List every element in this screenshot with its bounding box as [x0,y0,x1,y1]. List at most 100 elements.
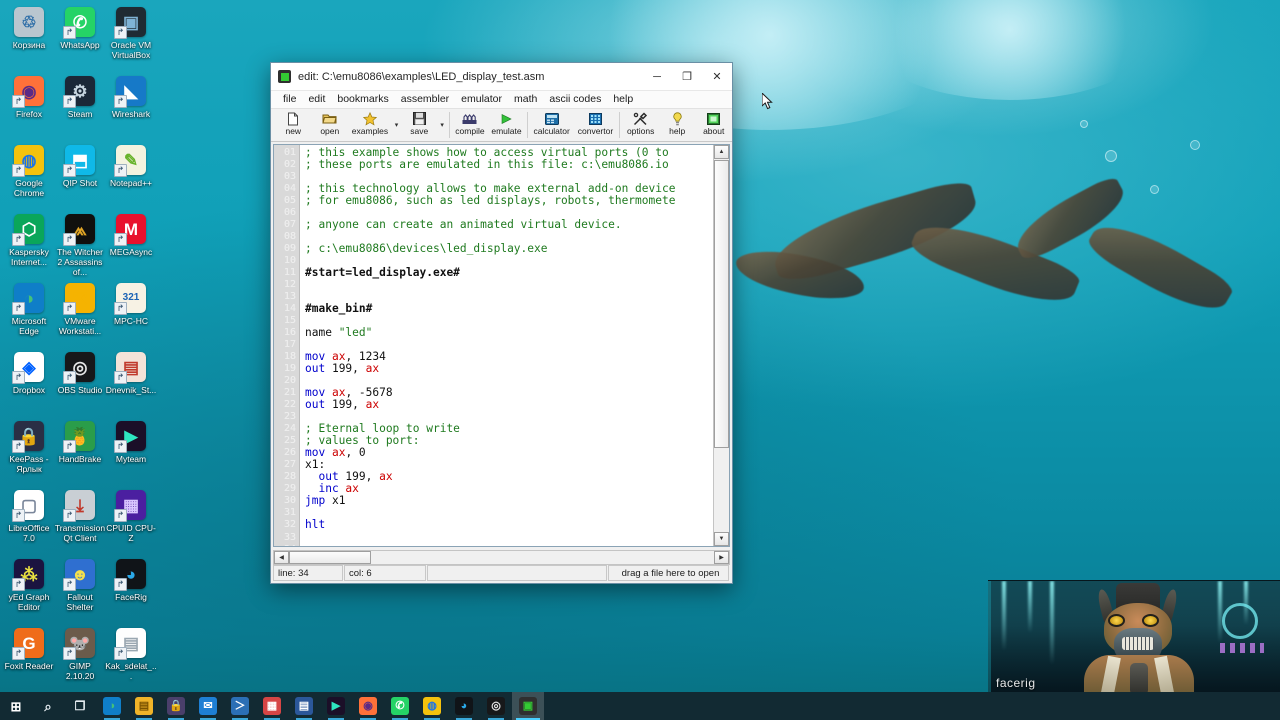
code-line[interactable]: inc ax [305,483,729,495]
desktop-icon-virtualbox[interactable]: ▣ ↱ Oracle VM VirtualBox [106,6,156,74]
code-line[interactable] [305,532,729,544]
menu-item-emulator[interactable]: emulator [455,92,508,107]
taskbar-item-chrome[interactable]: ◍ [416,692,448,720]
maximize-button[interactable]: ❐ [672,64,702,90]
desktop-icon-transmission[interactable]: ⤓ ↱ Transmission Qt Client [55,489,105,557]
taskbar-item-emu8086[interactable]: ▣ [512,692,544,720]
window-titlebar[interactable]: edit: C:\emu8086\examples\LED_display_te… [271,63,732,91]
taskbar-item-edge[interactable]: ◑ [96,692,128,720]
minimize-button[interactable]: ─ [642,64,672,90]
taskbar-item-whatsapp[interactable]: ✆ [384,692,416,720]
taskbar-item-mail[interactable]: ✉ [192,692,224,720]
desktop-icon-mpchc[interactable]: 321 ↱ MPC-HC [106,282,156,350]
code-line[interactable]: out 199, ax [305,363,729,375]
close-button[interactable]: ✕ [702,64,732,90]
toolbar-button-help[interactable]: help [659,110,696,140]
emu8086-window[interactable]: edit: C:\emu8086\examples\LED_display_te… [270,62,733,584]
taskbar[interactable]: ⊞ ⌕ ❐ ◑ ▤ 🔒 ✉ ＞ ▦ ▤ ▶ ◉ ✆ ◍ ◕ ◎ ▣ [0,692,1280,720]
desktop-icon-kaspersky[interactable]: ⬡ ↱ Kaspersky Internet... [4,213,54,281]
scroll-up-arrow-icon[interactable]: ▲ [714,145,729,159]
horizontal-scrollbar[interactable]: ◀ ▶ [273,549,730,565]
search-button[interactable]: ⌕ [32,692,64,720]
menu-item-help[interactable]: help [607,92,639,107]
desktop-icon-handbrake[interactable]: 🍍 ↱ HandBrake [55,420,105,488]
desktop-icon-chrome[interactable]: ◍ ↱ Google Chrome [4,144,54,212]
menu-item-bookmarks[interactable]: bookmarks [331,92,394,107]
vertical-scrollbar[interactable]: ▲ ▼ [713,145,729,546]
toolbar-dropdown-examples-chevron-down-icon[interactable]: ▾ [392,110,401,139]
code-line[interactable]: mov ax, 0 [305,447,729,459]
desktop-icon-gimp[interactable]: 🐭 ↱ GIMP 2.10.20 [55,627,105,695]
code-line[interactable]: out 199, ax [305,399,729,411]
desktop-icon-keepass[interactable]: 🔒 ↱ KeePass - Ярлык [4,420,54,488]
code-line[interactable]: ; c:\emu8086\devices\led_display.exe [305,243,729,255]
code-line[interactable]: jmp x1 [305,495,729,507]
desktop-icon-facerig[interactable]: ◕ ↱ FaceRig [106,558,156,626]
taskbar-item-myteam[interactable]: ▶ [320,692,352,720]
desktop-icon-steam[interactable]: ⚙ ↱ Steam [55,75,105,143]
task-view-button[interactable]: ❐ [64,692,96,720]
code-line[interactable] [305,279,729,291]
desktop-icon-whatsapp[interactable]: ✆ ↱ WhatsApp [55,6,105,74]
code-line[interactable]: ; for emu8086, such as led displays, rob… [305,195,729,207]
code-line[interactable]: out 199, ax [305,471,729,483]
desktop-icon-firefox[interactable]: ◉ ↱ Firefox [4,75,54,143]
desktop-icon-dnevnik[interactable]: ▤ ↱ Dnevnik_St... [106,351,156,419]
code-line[interactable]: ; anyone can create an animated virtual … [305,219,729,231]
taskbar-item-calculator[interactable]: ▦ [256,692,288,720]
toolbar-button-open[interactable]: open [312,110,349,140]
code-line[interactable]: ; values to port: [305,435,729,447]
menu-bar[interactable]: file edit bookmarks assembler emulator math as… [271,91,732,109]
code-line[interactable] [305,507,729,519]
toolbar-button-save[interactable]: save [401,110,438,140]
taskbar-item-file-explorer[interactable]: ▤ [128,692,160,720]
code-line[interactable]: #start=led_display.exe# [305,267,729,279]
toolbar-button-compile[interactable]: compile [452,110,489,140]
scroll-right-arrow-icon[interactable]: ▶ [714,550,729,564]
desktop-icon-vmware[interactable]: ⤧ ↱ VMware Workstati... [55,282,105,350]
toolbar-button-examples[interactable]: examples [348,110,392,140]
start-button[interactable]: ⊞ [0,692,32,720]
desktop-icon-dropbox[interactable]: ◈ ↱ Dropbox [4,351,54,419]
desktop-icon-megasync[interactable]: M ↱ MEGAsync [106,213,156,281]
desktop-icon-fallout-shelter[interactable]: ☻ ↱ Fallout Shelter [55,558,105,626]
desktop-icon-qipshot[interactable]: ⬒ ↱ QIP Shot [55,144,105,212]
desktop-icon-libreoffice[interactable]: ▢ ↱ LibreOffice 7.0 [4,489,54,557]
scroll-left-arrow-icon[interactable]: ◀ [274,550,289,564]
toolbar-button-convertor[interactable]: convertor [574,110,618,140]
desktop-icon-notepadpp[interactable]: ✎ ↱ Notepad++ [106,144,156,212]
code-line[interactable]: hlt [305,519,729,531]
taskbar-item-facerig[interactable]: ◕ [448,692,480,720]
code-line[interactable] [305,544,729,546]
taskbar-item-keepass[interactable]: 🔒 [160,692,192,720]
menu-item-ascii-codes[interactable]: ascii codes [543,92,607,107]
desktop-icon-recycle-bin[interactable]: ♲ Корзина [4,6,54,74]
menu-item-edit[interactable]: edit [302,92,331,107]
desktop-icon-yed[interactable]: ⁂ ↱ yEd Graph Editor [4,558,54,626]
desktop-icon-obs[interactable]: ◎ ↱ OBS Studio [55,351,105,419]
menu-item-file[interactable]: file [277,92,302,107]
menu-item-assembler[interactable]: assembler [395,92,455,107]
toolbar[interactable]: new open examples ▾ save ▾ compile emulate calcu… [271,109,732,142]
desktop-icon-foxit-reader[interactable]: G ↱ Foxit Reader [4,627,54,695]
horizontal-scroll-thumb[interactable] [289,550,371,564]
toolbar-button-new[interactable]: new [275,110,312,140]
vertical-scroll-thumb[interactable] [714,160,729,448]
taskbar-item-word[interactable]: ▤ [288,692,320,720]
toolbar-dropdown-save-chevron-down-icon[interactable]: ▾ [438,110,447,139]
desktop-icon-witcher2[interactable]: ⩕ ↱ The Witcher 2 Assassins of... [55,213,105,281]
taskbar-item-firefox[interactable]: ◉ [352,692,384,720]
code-line[interactable]: #make_bin# [305,303,729,315]
toolbar-button-options[interactable]: options [622,110,659,140]
code-line[interactable]: name "led" [305,327,729,339]
desktop-icon-edge[interactable]: ◑ ↱ Microsoft Edge [4,282,54,350]
taskbar-item-obs[interactable]: ◎ [480,692,512,720]
desktop-icon-wireshark[interactable]: ◣ ↱ Wireshark [106,75,156,143]
status-drag-hint[interactable]: drag a file here to open [608,565,729,581]
scroll-down-arrow-icon[interactable]: ▼ [714,532,729,546]
horizontal-scrollbar-row[interactable]: ◀ ▶ [273,549,730,565]
toolbar-button-about[interactable]: about [695,110,732,140]
toolbar-button-emulate[interactable]: emulate [488,110,525,140]
desktop-icon-cpuz[interactable]: ▦ ↱ CPUID CPU-Z [106,489,156,557]
taskbar-item-powershell[interactable]: ＞ [224,692,256,720]
